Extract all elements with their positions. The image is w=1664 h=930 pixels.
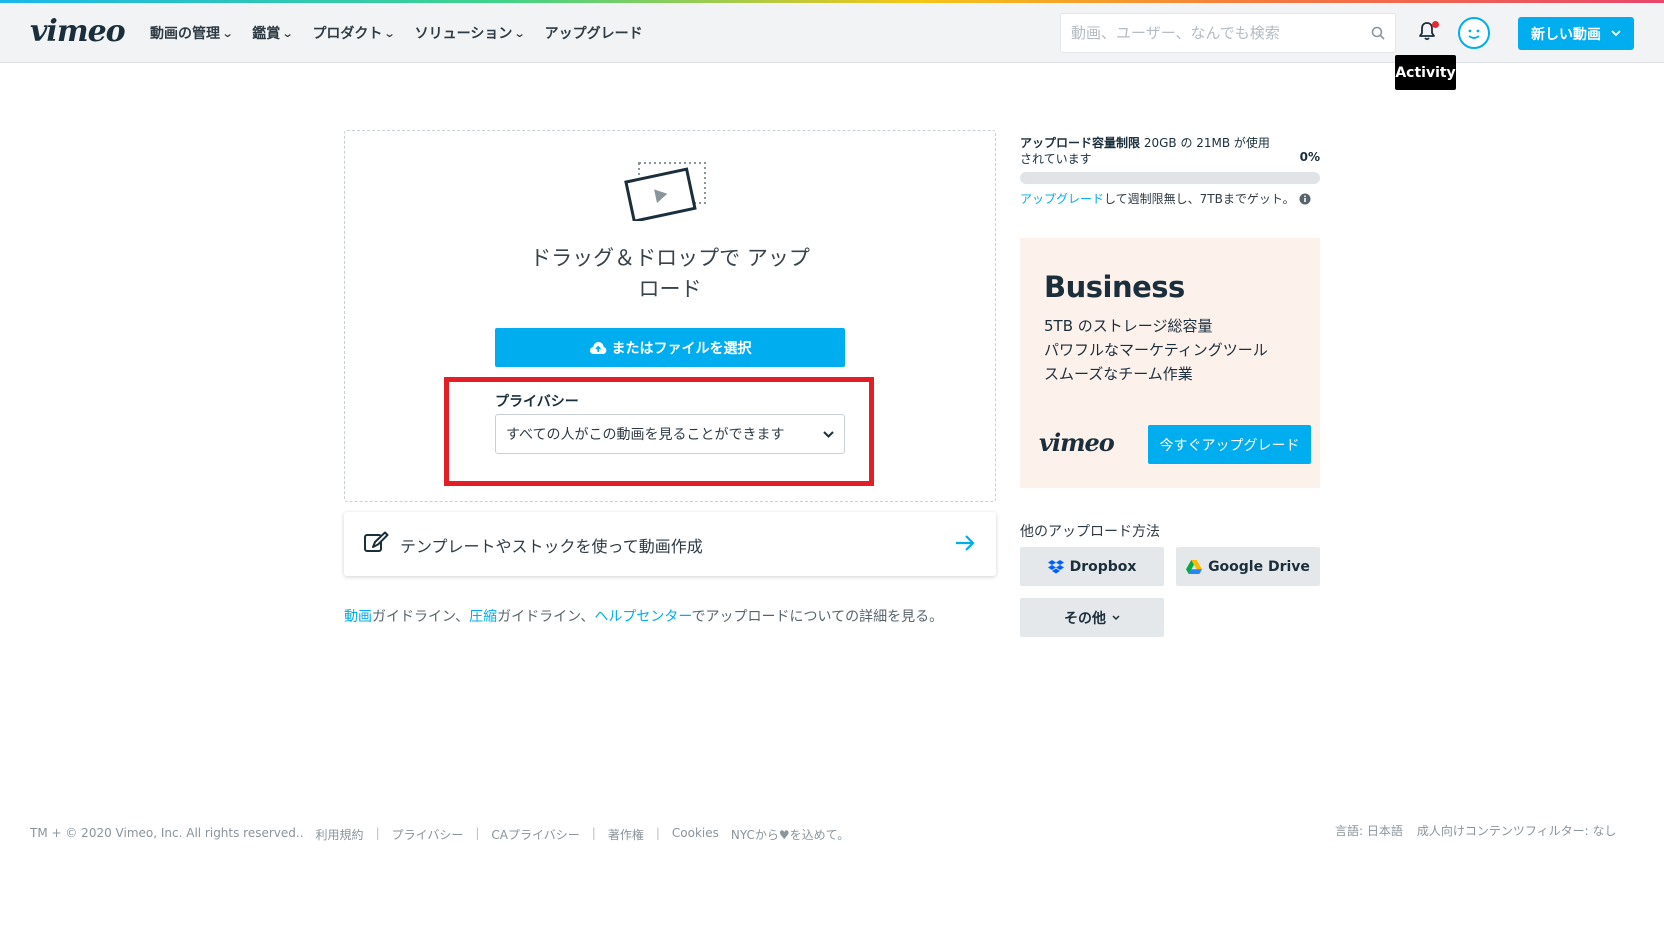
search-box xyxy=(1060,13,1396,53)
business-title: Business xyxy=(1044,270,1185,304)
privacy-select[interactable]: すべての人がこの動画を見ることができます xyxy=(495,414,845,454)
divider: | xyxy=(475,826,480,840)
template-stock-card[interactable]: テンプレートやストックを使って動画作成 xyxy=(344,512,996,576)
footer-link-ca-privacy[interactable]: CAプライバシー xyxy=(491,826,579,843)
video-upload-icon xyxy=(623,161,709,225)
divider: | xyxy=(375,826,380,840)
copyright: TM + © 2020 Vimeo, Inc. All rights reser… xyxy=(30,826,304,840)
language-link[interactable]: 言語: 日本語 xyxy=(1335,822,1403,839)
upgrade-now-button[interactable]: 今すぐアップグレード xyxy=(1148,425,1311,464)
google-drive-button[interactable]: Google Drive xyxy=(1176,547,1320,586)
other-upload-methods-label: 他のアップロード方法 xyxy=(1020,524,1160,540)
divider: | xyxy=(655,826,660,840)
more-methods-button[interactable]: その他 xyxy=(1020,598,1164,637)
top-header: vimeo 動画の管理 ⌄ 鑑賞 ⌄ プロダクト ⌄ ソリューション ⌄ アップグレード… xyxy=(0,3,1664,90)
business-feature: 5TB のストレージ総容量 xyxy=(1044,317,1213,335)
nav-manage-videos[interactable]: 動画の管理 ⌄ xyxy=(150,23,234,43)
search-input[interactable] xyxy=(1061,14,1351,52)
vimeo-logo: vimeo xyxy=(1039,428,1115,457)
upgrade-note: アップグレードして週制限無し、7TBまでゲット。 xyxy=(1020,190,1311,207)
upload-quota-text: アップロード容量制限 20GB の 21MB が使用 xyxy=(1020,136,1270,150)
quota-percent: 0% xyxy=(1299,150,1320,164)
upload-dropzone[interactable]: ドラッグ＆ドロップで アップ ロード またはファイルを選択 プライバシー すべて… xyxy=(344,130,996,502)
notification-dot xyxy=(1432,21,1439,28)
vimeo-logo[interactable]: vimeo xyxy=(30,14,126,49)
nav-watch[interactable]: 鑑賞 ⌄ xyxy=(252,23,294,43)
business-feature: パワフルなマーケティングツール xyxy=(1044,341,1268,359)
dropbox-button[interactable]: Dropbox xyxy=(1020,547,1164,586)
arrow-right-icon xyxy=(954,532,976,558)
upgrade-link[interactable]: アップグレード xyxy=(1020,192,1104,206)
chevron-down-icon: ⌄ xyxy=(514,26,526,40)
footer-link-terms[interactable]: 利用規約 xyxy=(316,826,364,843)
google-drive-icon xyxy=(1186,559,1203,574)
chevron-down-icon xyxy=(823,430,834,438)
compression-guidelines-link[interactable]: 圧縮 xyxy=(469,609,497,625)
business-feature: スムーズなチーム作業 xyxy=(1044,365,1193,383)
chevron-down-icon: ⌄ xyxy=(384,26,397,40)
new-video-button[interactable]: 新しい動画 xyxy=(1518,17,1634,50)
main-nav: 動画の管理 ⌄ 鑑賞 ⌄ プロダクト ⌄ ソリューション ⌄ アップグレード xyxy=(150,23,643,43)
search-icon[interactable] xyxy=(1371,25,1385,44)
privacy-label: プライバシー xyxy=(495,394,579,410)
chevron-down-icon: ⌄ xyxy=(281,26,294,40)
edit-template-icon xyxy=(363,531,389,559)
upload-quota-row: されています 0% xyxy=(1020,150,1320,166)
dropbox-icon xyxy=(1047,559,1064,573)
footer-link-copyright[interactable]: 著作権 xyxy=(608,826,644,843)
content-filter-link[interactable]: 成人向けコンテンツフィルター: なし xyxy=(1417,822,1617,839)
nav-products[interactable]: プロダクト ⌄ xyxy=(312,23,397,43)
footer-links: TM + © 2020 Vimeo, Inc. All rights reser… xyxy=(30,826,849,843)
drag-drop-text: ドラッグ＆ドロップで アップ ロード xyxy=(530,246,810,301)
nav-upgrade[interactable]: アップグレード xyxy=(545,23,643,43)
business-features: 5TB のストレージ総容量 パワフルなマーケティングツール スムーズなチーム作業 xyxy=(1044,314,1268,386)
divider: | xyxy=(591,826,596,840)
activity-tooltip: Activity xyxy=(1395,55,1456,90)
chevron-down-icon: ⌄ xyxy=(221,26,234,40)
info-icon[interactable] xyxy=(1299,193,1311,205)
footer-link-privacy[interactable]: プライバシー xyxy=(392,826,464,843)
quota-progress-bar xyxy=(1020,172,1320,184)
guidelines-text: 動画ガイドライン、圧縮ガイドライン、ヘルプセンターでアップロードについての詳細を… xyxy=(344,609,944,625)
video-guidelines-link[interactable]: 動画 xyxy=(344,609,372,625)
nav-solutions[interactable]: ソリューション ⌄ xyxy=(415,23,526,43)
nyc-love-text: NYCから♥を込めて。 xyxy=(730,828,850,842)
heart-icon: ♥ xyxy=(778,828,790,842)
template-card-text: テンプレートやストックを使って動画作成 xyxy=(400,537,703,556)
chevron-down-icon xyxy=(1611,30,1621,37)
choose-file-button[interactable]: またはファイルを選択 xyxy=(495,328,845,367)
footer-settings: 言語: 日本語 成人向けコンテンツフィルター: なし xyxy=(1335,822,1616,839)
chevron-down-icon xyxy=(1112,614,1120,620)
cloud-upload-icon xyxy=(589,341,606,354)
help-center-link[interactable]: ヘルプセンター xyxy=(594,609,691,625)
footer-link-cookies[interactable]: Cookies xyxy=(672,826,719,843)
business-promo: Business 5TB のストレージ総容量 パワフルなマーケティングツール ス… xyxy=(1020,238,1320,488)
avatar[interactable] xyxy=(1458,17,1490,49)
